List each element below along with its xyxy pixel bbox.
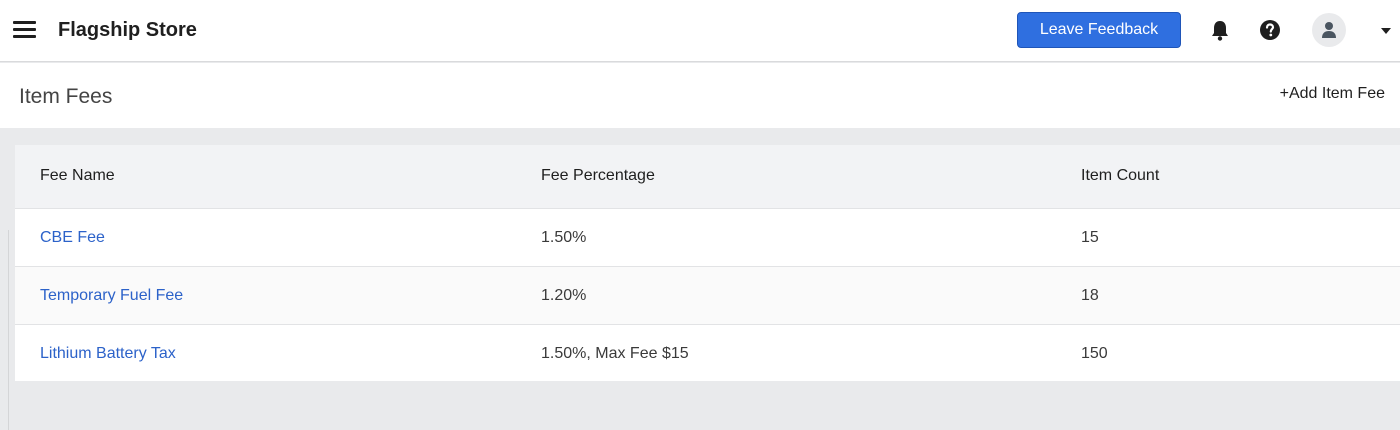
add-item-fee-button[interactable]: +Add Item Fee <box>1280 85 1385 103</box>
caret-down-icon[interactable] <box>1380 26 1392 36</box>
page-header: Item Fees +Add Item Fee <box>0 63 1400 128</box>
item-count: 18 <box>1081 287 1099 304</box>
divider <box>8 230 9 430</box>
fee-percentage: 1.20% <box>541 287 587 304</box>
top-bar: Flagship Store Leave Feedback <box>0 0 1400 62</box>
fee-name-link[interactable]: CBE Fee <box>40 229 105 247</box>
fee-percentage: 1.50% <box>541 229 587 246</box>
menu-icon[interactable] <box>13 20 36 40</box>
page-title: Item Fees <box>19 85 113 108</box>
item-count: 15 <box>1081 229 1099 246</box>
column-header-fee-percentage: Fee Percentage <box>541 167 655 184</box>
bell-icon[interactable] <box>1208 18 1232 42</box>
leave-feedback-button[interactable]: Leave Feedback <box>1017 12 1181 48</box>
user-icon <box>1322 22 1336 38</box>
column-header-fee-name: Fee Name <box>40 167 115 184</box>
user-avatar[interactable] <box>1312 13 1346 47</box>
fee-name-link[interactable]: Temporary Fuel Fee <box>40 287 183 305</box>
column-header-item-count: Item Count <box>1081 167 1160 184</box>
table-row: CBE Fee 1.50% 15 <box>15 208 1400 266</box>
fee-name-link[interactable]: Lithium Battery Tax <box>40 345 176 363</box>
store-title: Flagship Store <box>58 19 197 41</box>
help-icon[interactable] <box>1258 18 1282 42</box>
fees-table: Fee Name Fee Percentage Item Count CBE F… <box>15 145 1400 381</box>
table-header: Fee Name Fee Percentage Item Count <box>15 145 1400 208</box>
fee-percentage: 1.50%, Max Fee $15 <box>541 345 689 362</box>
table-row: Lithium Battery Tax 1.50%, Max Fee $15 1… <box>15 324 1400 382</box>
item-count: 150 <box>1081 345 1108 362</box>
table-row: Temporary Fuel Fee 1.20% 18 <box>15 266 1400 324</box>
